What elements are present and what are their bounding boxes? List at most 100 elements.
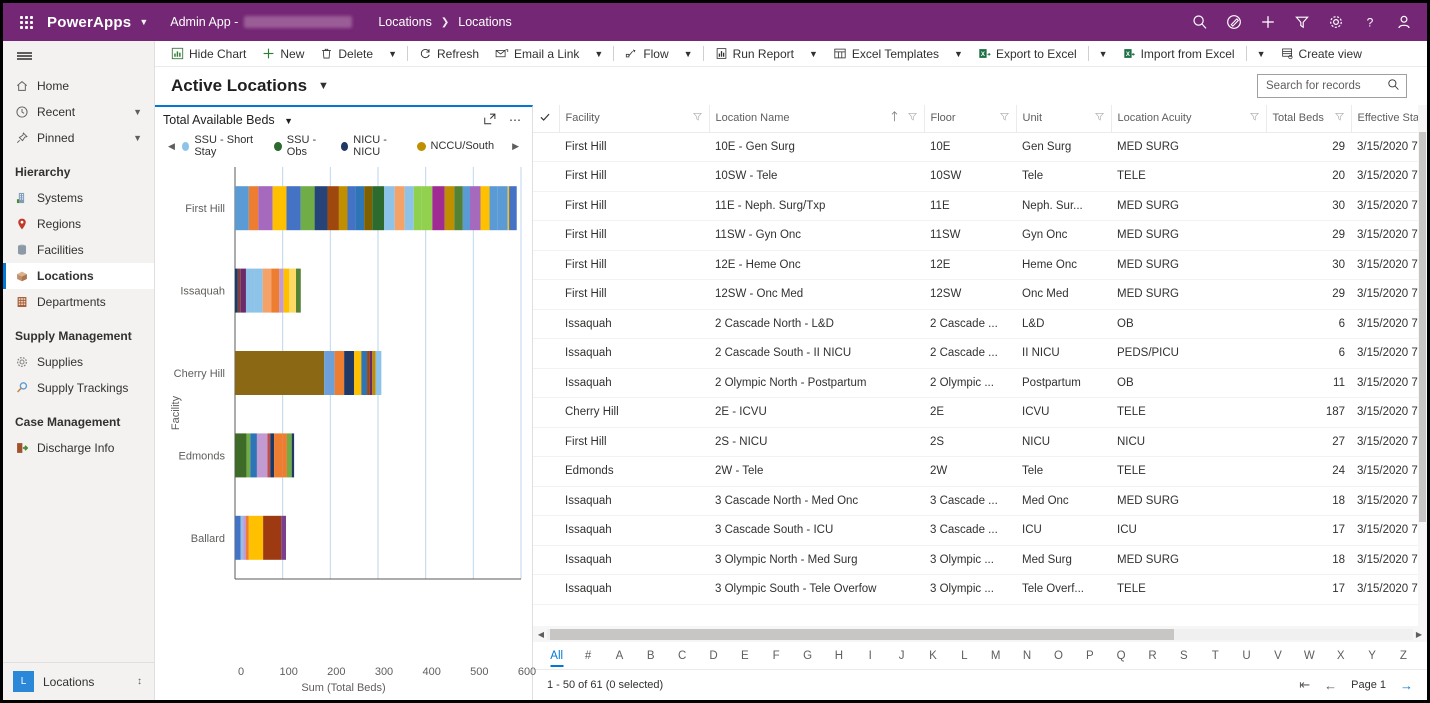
column-filter-icon[interactable] — [1094, 111, 1105, 125]
sidebar-area-switcher[interactable]: L Locations ↕ — [3, 662, 154, 700]
row-select-checkbox[interactable] — [533, 574, 559, 605]
table-row[interactable]: First Hill 2S - NICU 2S NICU NICU 27 3/15/2020… — [533, 427, 1427, 457]
column-header-location-acuity[interactable]: Location Acuity — [1110, 105, 1266, 133]
alpha-filter-g[interactable]: G — [792, 645, 823, 667]
alpha-filter-r[interactable]: R — [1137, 645, 1168, 667]
alpha-filter-w[interactable]: W — [1294, 645, 1325, 667]
horizontal-scroll-thumb[interactable] — [550, 628, 1174, 640]
select-all-header[interactable] — [533, 105, 559, 133]
previous-page-button[interactable]: ← — [1324, 678, 1337, 693]
row-select-checkbox[interactable] — [533, 250, 559, 280]
sidebar-item-departments[interactable]: Departments — [3, 289, 154, 315]
filter-icon[interactable] — [1285, 3, 1319, 41]
alpha-filter-o[interactable]: O — [1043, 645, 1074, 667]
refresh-button[interactable]: Refresh — [411, 42, 487, 66]
excel-templates-button[interactable]: Excel Templates — [825, 42, 947, 66]
legend-item[interactable]: SSU - Short Stay — [181, 134, 263, 158]
horizontal-scrollbar[interactable]: ◀ ▶ — [533, 626, 1427, 642]
cell-location-name[interactable]: 11E - Neph. Surg/Txp — [709, 191, 924, 221]
cell-facility[interactable]: First Hill — [559, 279, 709, 310]
sidebar-item-supplies[interactable]: Supplies — [3, 349, 154, 375]
chevron-down-icon[interactable]: ▼ — [133, 133, 142, 143]
brand-chevron-down-icon[interactable]: ▼ — [139, 17, 148, 27]
delete-button[interactable]: Delete — [312, 42, 381, 66]
scroll-left-arrow-icon[interactable]: ◀ — [535, 630, 547, 639]
breadcrumb-item-1[interactable]: Locations — [458, 15, 512, 29]
row-select-checkbox[interactable] — [533, 545, 559, 575]
cell-location-name[interactable]: 10SW - Tele — [709, 161, 924, 192]
column-filter-icon[interactable] — [1249, 111, 1260, 125]
column-filter-icon[interactable] — [999, 111, 1010, 125]
cell-facility[interactable]: First Hill — [559, 132, 709, 162]
row-select-checkbox[interactable] — [533, 397, 559, 428]
cell-facility[interactable]: Issaquah — [559, 545, 709, 575]
plus-icon[interactable] — [1251, 3, 1285, 41]
cell-location-name[interactable]: 10E - Gen Surg — [709, 132, 924, 162]
vertical-scroll-thumb[interactable] — [1419, 132, 1426, 522]
alpha-filter-m[interactable]: M — [980, 645, 1011, 667]
row-select-checkbox[interactable] — [533, 220, 559, 251]
cell-facility[interactable]: Issaquah — [559, 309, 709, 339]
cell-facility[interactable]: First Hill — [559, 250, 709, 280]
table-row[interactable]: First Hill 10SW - Tele 10SW Tele TELE 20 3/15/… — [533, 161, 1427, 192]
sidebar-item-locations[interactable]: Locations — [3, 263, 154, 289]
column-filter-icon[interactable] — [692, 111, 703, 125]
flow-button[interactable]: Flow — [617, 42, 676, 66]
row-select-checkbox[interactable] — [533, 279, 559, 310]
table-row[interactable]: First Hill 11E - Neph. Surg/Txp 11E Neph. S… — [533, 191, 1427, 221]
row-select-checkbox[interactable] — [533, 132, 559, 162]
expand-chart-icon[interactable] — [483, 112, 497, 129]
email-overflow-chevron-down-icon[interactable]: ▼ — [587, 42, 610, 66]
legend-next-arrow-icon[interactable]: ▶ — [505, 141, 526, 152]
cell-location-name[interactable]: 12E - Heme Onc — [709, 250, 924, 280]
alpha-filter-s[interactable]: S — [1168, 645, 1199, 667]
first-page-button[interactable]: ⇤ — [1299, 677, 1310, 693]
scroll-right-arrow-icon[interactable]: ▶ — [1413, 630, 1425, 639]
sidebar-item-supply-trackings[interactable]: Supply Trackings — [3, 375, 154, 401]
chart-more-options-icon[interactable]: ⋯ — [509, 113, 522, 127]
cell-location-name[interactable]: 3 Olympic South - Tele Overfow — [709, 574, 924, 605]
vertical-scrollbar[interactable] — [1418, 105, 1427, 626]
row-select-checkbox[interactable] — [533, 161, 559, 192]
sidebar-toggle-button[interactable] — [3, 41, 154, 71]
alpha-filter-hash[interactable]: # — [572, 645, 603, 667]
chart-selector-chevron-down-icon[interactable]: ▼ — [284, 116, 293, 126]
cell-facility[interactable]: First Hill — [559, 220, 709, 251]
table-row[interactable]: Edmonds2W - Tele2WTeleTELE243/15/2020 7:… — [533, 456, 1427, 487]
alpha-filter-n[interactable]: N — [1011, 645, 1042, 667]
cell-location-name[interactable]: 11SW - Gyn Onc — [709, 220, 924, 251]
sort-ascending-icon[interactable] — [890, 111, 899, 125]
cell-facility[interactable]: Issaquah — [559, 515, 709, 546]
row-select-checkbox[interactable] — [533, 456, 559, 487]
run-report-button[interactable]: Run Report — [707, 42, 802, 66]
cell-location-name[interactable]: 2W - Tele — [709, 456, 924, 487]
account-icon[interactable] — [1387, 3, 1421, 41]
sidebar-item-discharge-info[interactable]: Discharge Info — [3, 435, 154, 461]
alpha-filter-j[interactable]: J — [886, 645, 917, 667]
cell-facility[interactable]: First Hill — [559, 427, 709, 457]
chevron-up-down-icon[interactable]: ↕ — [137, 676, 142, 687]
gear-icon[interactable] — [1319, 3, 1353, 41]
cell-location-name[interactable]: 2S - NICU — [709, 427, 924, 457]
row-select-checkbox[interactable] — [533, 338, 559, 369]
search-records-box[interactable] — [1257, 74, 1407, 98]
cell-location-name[interactable]: 2 Olympic North - Postpartum — [709, 368, 924, 398]
import-from-excel-button[interactable]: X Import from Excel — [1115, 42, 1243, 66]
export-excel-chevron-down-icon[interactable]: ▼ — [1092, 42, 1115, 66]
row-select-checkbox[interactable] — [533, 427, 559, 457]
alpha-filter-k[interactable]: K — [917, 645, 948, 667]
legend-item[interactable]: NICU - NICU — [340, 134, 406, 158]
sidebar-item-recent[interactable]: Recent ▼ — [3, 99, 154, 125]
legend-item[interactable]: NCCU/South — [416, 140, 494, 152]
horizontal-scroll-track[interactable] — [547, 628, 1413, 640]
alpha-filter-e[interactable]: E — [729, 645, 760, 667]
row-select-checkbox[interactable] — [533, 191, 559, 221]
cell-facility[interactable]: Cherry Hill — [559, 397, 709, 428]
import-excel-chevron-down-icon[interactable]: ▼ — [1250, 42, 1273, 66]
cell-location-name[interactable]: 3 Olympic North - Med Surg — [709, 545, 924, 575]
table-row[interactable]: Issaquah 2 Cascade South - II NICU 2 Casca… — [533, 338, 1427, 369]
cell-facility[interactable]: Issaquah — [559, 338, 709, 369]
app-launcher-button[interactable] — [9, 15, 43, 29]
edit-circle-icon[interactable] — [1217, 3, 1251, 41]
cell-location-name[interactable]: 2 Cascade North - L&D — [709, 309, 924, 339]
